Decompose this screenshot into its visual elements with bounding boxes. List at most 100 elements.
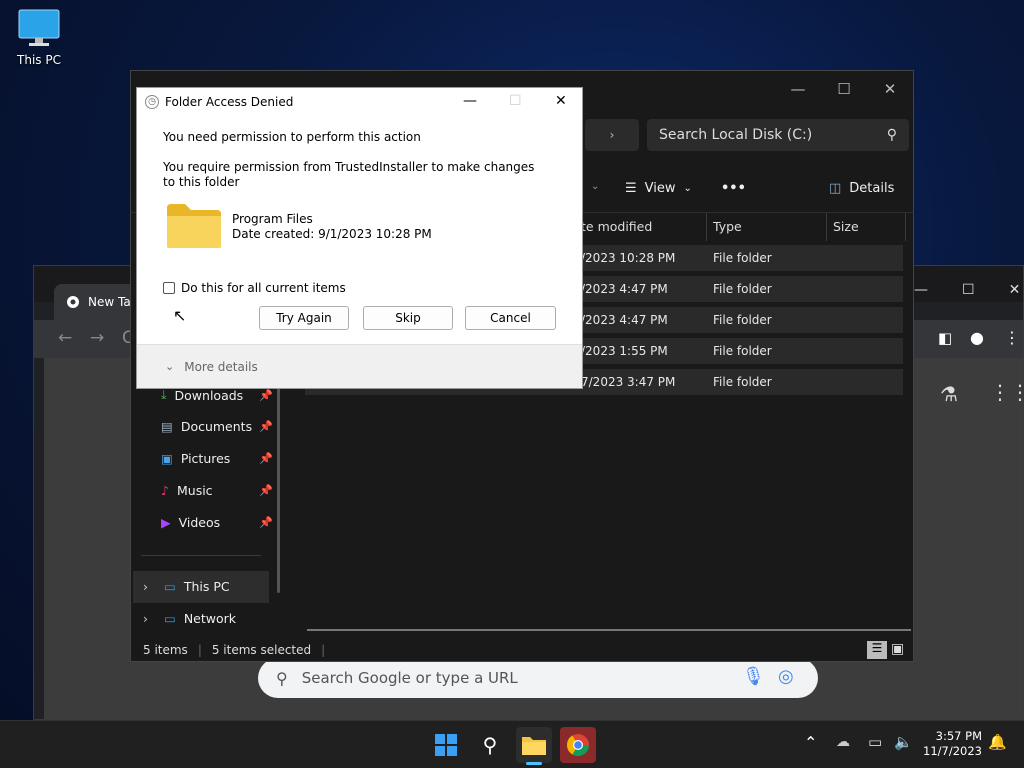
search-placeholder: Search Local Disk (C:) bbox=[659, 127, 813, 143]
view-label: View bbox=[644, 181, 676, 196]
maximize-icon[interactable]: ☐ bbox=[962, 282, 975, 298]
folder-icon bbox=[522, 737, 546, 755]
start-button[interactable] bbox=[428, 727, 464, 763]
onedrive-icon[interactable]: ☁ bbox=[836, 734, 850, 750]
tiles-view-icon[interactable]: ▣ bbox=[891, 641, 904, 657]
more-details-label: More details bbox=[184, 359, 258, 374]
clock-time: 3:57 PM bbox=[935, 729, 982, 743]
volume-icon[interactable]: 🔈 bbox=[894, 733, 913, 751]
folder-access-denied-dialog[interactable]: ◷ Folder Access Denied — ☐ ✕ You need pe… bbox=[136, 87, 583, 389]
search-icon: ⚲ bbox=[276, 668, 288, 688]
chevron-up-icon[interactable]: ⌃ bbox=[804, 733, 817, 752]
file-explorer-taskbar-button[interactable] bbox=[516, 727, 552, 765]
minimize-icon[interactable]: — bbox=[775, 80, 821, 98]
status-item-count: 5 items bbox=[143, 643, 188, 657]
col-size[interactable]: Size bbox=[833, 219, 859, 234]
maximize-icon[interactable]: ☐ bbox=[821, 80, 867, 98]
maximize-icon: ☐ bbox=[509, 93, 522, 109]
dialog-message: You require permission from TrustedInsta… bbox=[163, 160, 535, 189]
nav-item-music[interactable]: ♪ Music 📌 bbox=[161, 483, 273, 498]
nav-item-downloads[interactable]: ⤓ Downloads 📌 bbox=[161, 387, 273, 403]
lens-icon[interactable]: ◎ bbox=[778, 666, 794, 687]
search-icon[interactable]: ⚲ bbox=[472, 727, 508, 763]
horizontal-scrollbar[interactable] bbox=[307, 629, 911, 631]
apply-all-checkbox-row[interactable]: Do this for all current items bbox=[163, 281, 346, 295]
clock[interactable]: 3:57 PM 11/7/2023 bbox=[918, 729, 982, 759]
pin-icon: 📌 bbox=[259, 420, 273, 433]
labs-icon[interactable]: ⚗ bbox=[940, 382, 958, 406]
clock-date: 11/7/2023 bbox=[923, 744, 982, 758]
chevron-down-icon: ⌄ bbox=[683, 183, 692, 194]
apps-grid-icon[interactable]: ⋮⋮⋮ bbox=[990, 380, 1024, 404]
network-icon[interactable]: ▭ bbox=[868, 733, 882, 751]
monitor-icon: ▭ bbox=[164, 579, 176, 594]
chevron-down-icon: ⌄ bbox=[165, 360, 175, 373]
back-icon[interactable]: ← bbox=[58, 328, 72, 348]
video-icon: ▶ bbox=[161, 515, 171, 530]
document-icon: ▤ bbox=[161, 419, 173, 434]
monitor-icon bbox=[18, 9, 60, 46]
active-indicator bbox=[526, 762, 542, 765]
status-bar: 5 items | 5 items selected | bbox=[143, 643, 326, 657]
nav-divider bbox=[141, 555, 261, 556]
network-icon: ▭ bbox=[164, 611, 176, 626]
windows-logo-icon bbox=[435, 734, 457, 756]
minimize-icon[interactable]: — bbox=[463, 93, 477, 109]
mic-icon[interactable]: 🎙 bbox=[742, 666, 765, 687]
chrome-taskbar-button[interactable] bbox=[560, 727, 596, 763]
sidepanel-icon[interactable]: ◧ bbox=[938, 329, 952, 347]
address-chevron-icon[interactable]: › bbox=[585, 119, 639, 151]
pin-icon: 📌 bbox=[259, 516, 273, 529]
minimize-icon[interactable]: — bbox=[914, 282, 928, 298]
col-type[interactable]: Type bbox=[713, 219, 742, 234]
music-icon: ♪ bbox=[161, 483, 169, 498]
nav-item-documents[interactable]: ▤ Documents 📌 bbox=[161, 419, 273, 434]
profile-icon[interactable]: ● bbox=[970, 328, 984, 347]
forward-icon[interactable]: → bbox=[90, 328, 104, 348]
try-again-button[interactable]: Try Again bbox=[259, 306, 349, 330]
menu-icon[interactable]: ⋮ bbox=[1004, 328, 1020, 347]
nav-item-pictures[interactable]: ▣ Pictures 📌 bbox=[161, 451, 273, 466]
checkbox-label: Do this for all current items bbox=[181, 281, 346, 295]
chevron-right-icon: › bbox=[143, 611, 148, 626]
desktop-icon-this-pc[interactable]: This PC bbox=[10, 8, 68, 67]
nav-item-this-pc[interactable]: › ▭ This PC bbox=[143, 579, 255, 594]
nav-item-videos[interactable]: ▶ Videos 📌 bbox=[161, 515, 273, 530]
omnibox-placeholder: Search Google or type a URL bbox=[301, 669, 518, 687]
dialog-heading: You need permission to perform this acti… bbox=[163, 130, 421, 144]
details-view-icon[interactable]: ☰ bbox=[867, 641, 887, 659]
chevron-right-icon: › bbox=[143, 579, 148, 594]
pin-icon: 📌 bbox=[259, 484, 273, 497]
col-date-modified[interactable]: te modified bbox=[581, 219, 652, 234]
chrome-icon bbox=[567, 734, 589, 756]
folder-icon bbox=[167, 204, 221, 248]
view-icon: ☰ bbox=[625, 181, 637, 196]
sort-chevron-icon[interactable]: ⌄ bbox=[591, 181, 599, 192]
nav-item-network[interactable]: › ▭ Network bbox=[143, 611, 255, 626]
pin-icon: 📌 bbox=[259, 452, 273, 465]
more-options-button[interactable]: ••• bbox=[721, 181, 746, 196]
view-button[interactable]: ☰ View ⌄ bbox=[625, 181, 692, 196]
close-icon[interactable]: ✕ bbox=[867, 80, 913, 98]
folder-name: Program Files bbox=[232, 212, 313, 226]
status-selected-count: 5 items selected bbox=[211, 643, 312, 657]
skip-button[interactable]: Skip bbox=[363, 306, 453, 330]
cancel-button[interactable]: Cancel bbox=[465, 306, 556, 330]
details-button[interactable]: ◫ Details bbox=[829, 181, 894, 196]
details-label: Details bbox=[849, 181, 895, 196]
folder-date: Date created: 9/1/2023 10:28 PM bbox=[232, 227, 432, 241]
pin-icon: 📌 bbox=[259, 388, 273, 402]
more-details-toggle[interactable]: ⌄ More details bbox=[137, 344, 582, 388]
download-icon: ⤓ bbox=[161, 387, 167, 402]
mouse-cursor-icon: ↖ bbox=[173, 306, 187, 325]
apply-all-checkbox[interactable] bbox=[163, 282, 175, 294]
close-icon[interactable]: ✕ bbox=[1009, 282, 1021, 298]
google-search-box[interactable]: ⚲ Search Google or type a URL 🎙 ◎ bbox=[258, 658, 818, 698]
nav-scrollbar[interactable] bbox=[277, 371, 280, 593]
desktop-icon-label: This PC bbox=[17, 53, 61, 67]
notification-bell-icon[interactable]: 🔔 bbox=[988, 733, 1007, 751]
dialog-app-icon: ◷ bbox=[145, 95, 159, 109]
chrome-icon bbox=[67, 296, 79, 308]
explorer-search-input[interactable]: Search Local Disk (C:) ⚲ bbox=[647, 119, 909, 151]
close-icon[interactable]: ✕ bbox=[555, 93, 567, 109]
